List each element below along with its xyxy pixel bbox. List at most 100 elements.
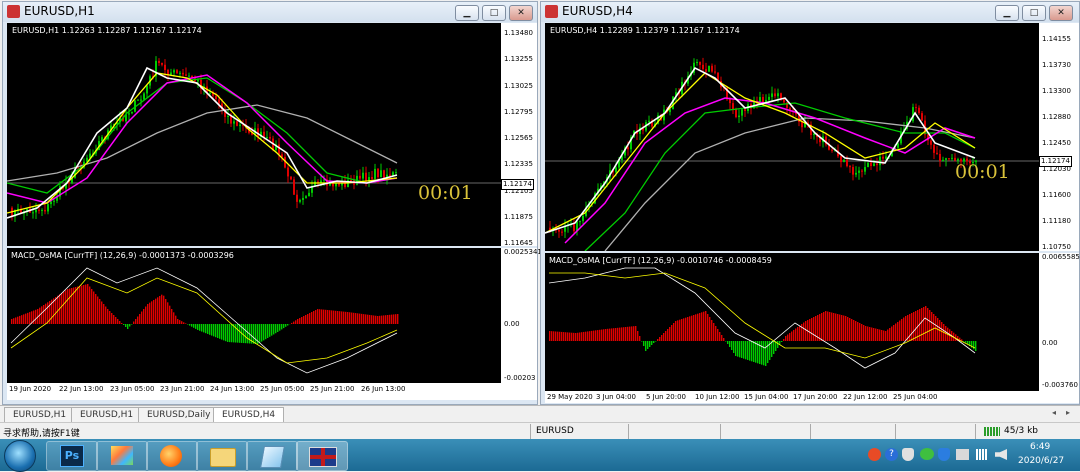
price-chart[interactable]: EURUSD,H1 1.12263 1.12287 1.12167 1.1217… — [7, 23, 501, 246]
countdown-timer: 00:01 — [418, 182, 473, 204]
tab-eurusd-daily[interactable]: EURUSD,Daily — [138, 407, 219, 423]
signal-tray-icon[interactable] — [976, 449, 988, 460]
start-orb-icon[interactable] — [4, 440, 36, 472]
candle-body — [395, 172, 397, 173]
price-chart[interactable]: EURUSD,H4 1.12289 1.12379 1.12167 1.1217… — [545, 23, 1039, 251]
histogram-bar — [261, 324, 262, 342]
histogram-bar — [367, 315, 368, 324]
histogram-bar — [709, 317, 710, 341]
candle-body — [278, 144, 280, 154]
histogram-bar — [569, 333, 570, 341]
histogram-bar — [821, 313, 822, 341]
axis-tick-label: 1.12795 — [504, 108, 533, 116]
time-axis[interactable]: 19 Jun 202022 Jun 13:0023 Jun 05:0023 Ju… — [7, 383, 537, 400]
histogram-bar — [635, 326, 636, 341]
price-axis[interactable]: 1.141551.137301.133001.128801.124501.120… — [1039, 23, 1079, 251]
tab-eurusd-h4[interactable]: EURUSD,H4 — [213, 407, 284, 422]
candle-body — [729, 99, 731, 103]
histogram-bar — [567, 332, 568, 341]
histogram-bar — [299, 318, 300, 324]
window-titlebar[interactable]: EURUSD,H1 ▁ □ ✕ — [3, 2, 537, 22]
histogram-bar — [905, 316, 906, 341]
histogram-bar — [197, 324, 198, 330]
help-tray-icon[interactable]: ? — [885, 448, 898, 461]
time-axis[interactable]: 29 May 20203 Jun 04:005 Jun 20:0010 Jun … — [545, 391, 1079, 403]
histogram-bar — [375, 316, 376, 324]
photoshop-taskbar-button[interactable]: Ps — [46, 441, 98, 471]
histogram-bar — [795, 329, 796, 342]
axis-tick-label: 1.11645 — [504, 239, 533, 247]
wechat-tray-icon[interactable] — [920, 448, 934, 460]
histogram-bar — [35, 310, 36, 324]
security-tray-icon[interactable] — [938, 448, 950, 461]
histogram-bar — [207, 324, 208, 334]
histogram-bar — [767, 341, 768, 363]
tray-app-icon[interactable] — [868, 448, 881, 461]
candle-body — [173, 70, 175, 72]
price-axis[interactable]: 1.134801.132551.130251.127951.125651.123… — [501, 23, 537, 246]
candle-body — [933, 145, 935, 153]
histogram-bar — [587, 331, 588, 341]
metatrader-taskbar-button[interactable] — [296, 441, 348, 471]
histogram-bar — [235, 324, 236, 343]
volume-tray-icon[interactable] — [995, 449, 1007, 460]
minimize-button[interactable]: ▁ — [995, 5, 1019, 21]
histogram-bar — [781, 341, 782, 342]
chart-window-icon — [545, 5, 558, 18]
histogram-bar — [357, 313, 358, 324]
notepad-taskbar-button[interactable] — [246, 441, 298, 471]
histogram-bar — [215, 324, 216, 337]
tab-eurusd-h1-a[interactable]: EURUSD,H1 — [4, 407, 75, 423]
indicator-chart[interactable]: MACD_OsMA [CurrTF] (12,26,9) -0.0010746 … — [545, 253, 1039, 391]
histogram-bar — [725, 341, 726, 342]
histogram-bar — [897, 322, 898, 341]
axis-tick-label: 1.13730 — [1042, 61, 1071, 69]
explorer-taskbar-button[interactable] — [196, 441, 248, 471]
close-button[interactable]: ✕ — [1049, 5, 1073, 21]
histogram-bar — [649, 341, 650, 347]
histogram-bar — [557, 332, 558, 341]
chart-info-label: EURUSD,H1 1.12263 1.12287 1.12167 1.1217… — [12, 26, 202, 35]
histogram-bar — [341, 311, 342, 324]
candle-body — [771, 93, 773, 96]
histogram-bar — [319, 309, 320, 324]
minimize-button[interactable]: ▁ — [455, 5, 479, 21]
candle-body — [293, 179, 295, 194]
maximize-button[interactable]: □ — [482, 5, 506, 21]
candle-body — [176, 70, 178, 73]
tray-shield-icon[interactable] — [902, 448, 914, 461]
histogram-bar — [361, 314, 362, 324]
histogram-bar — [895, 324, 896, 342]
histogram-bar — [787, 335, 788, 342]
histogram-bar — [813, 317, 814, 341]
tab-eurusd-h1-b[interactable]: EURUSD,H1 — [71, 407, 142, 423]
indicator-axis[interactable]: 0.00253410.00-0.00203 — [501, 248, 537, 383]
indicator-chart[interactable]: MACD_OsMA [CurrTF] (12,26,9) -0.0001373 … — [7, 248, 501, 383]
close-button[interactable]: ✕ — [509, 5, 533, 21]
browser-taskbar-button[interactable] — [146, 441, 198, 471]
candle-body — [143, 93, 145, 99]
histogram-bar — [871, 328, 872, 342]
histogram-bar — [141, 312, 142, 325]
maximize-button[interactable]: □ — [1022, 5, 1046, 21]
histogram-bar — [79, 286, 80, 324]
tab-scroll-left-icon[interactable]: ◂ — [1052, 408, 1056, 417]
paint-taskbar-button[interactable] — [96, 441, 148, 471]
network-tray-icon[interactable] — [956, 449, 969, 460]
window-titlebar[interactable]: EURUSD,H4 ▁ □ ✕ — [541, 2, 1079, 22]
histogram-bar — [273, 324, 274, 334]
tab-scroll-right-icon[interactable]: ▸ — [1066, 408, 1070, 417]
candle-body — [374, 169, 376, 179]
indicator-axis[interactable]: 0.00655850.00-0.003760 — [1039, 253, 1079, 391]
histogram-bar — [343, 312, 344, 324]
histogram-bar — [819, 314, 820, 341]
histogram-bar — [277, 324, 278, 332]
histogram-bar — [275, 324, 276, 333]
clock-time[interactable]: 6:49 — [1030, 442, 1050, 452]
chart-window-eurusd-h1[interactable]: EURUSD,H1 ▁ □ ✕ EURUSD,H1 1.12263 1.1228… — [2, 1, 538, 405]
time-tick-label: 23 Jun 05:00 — [110, 385, 154, 393]
clock-date[interactable]: 2020/6/27 — [1018, 456, 1064, 466]
histogram-bar — [719, 332, 720, 341]
price-plot — [545, 23, 1039, 251]
chart-window-eurusd-h4[interactable]: EURUSD,H4 ▁ □ ✕ EURUSD,H4 1.12289 1.1237… — [540, 1, 1080, 405]
